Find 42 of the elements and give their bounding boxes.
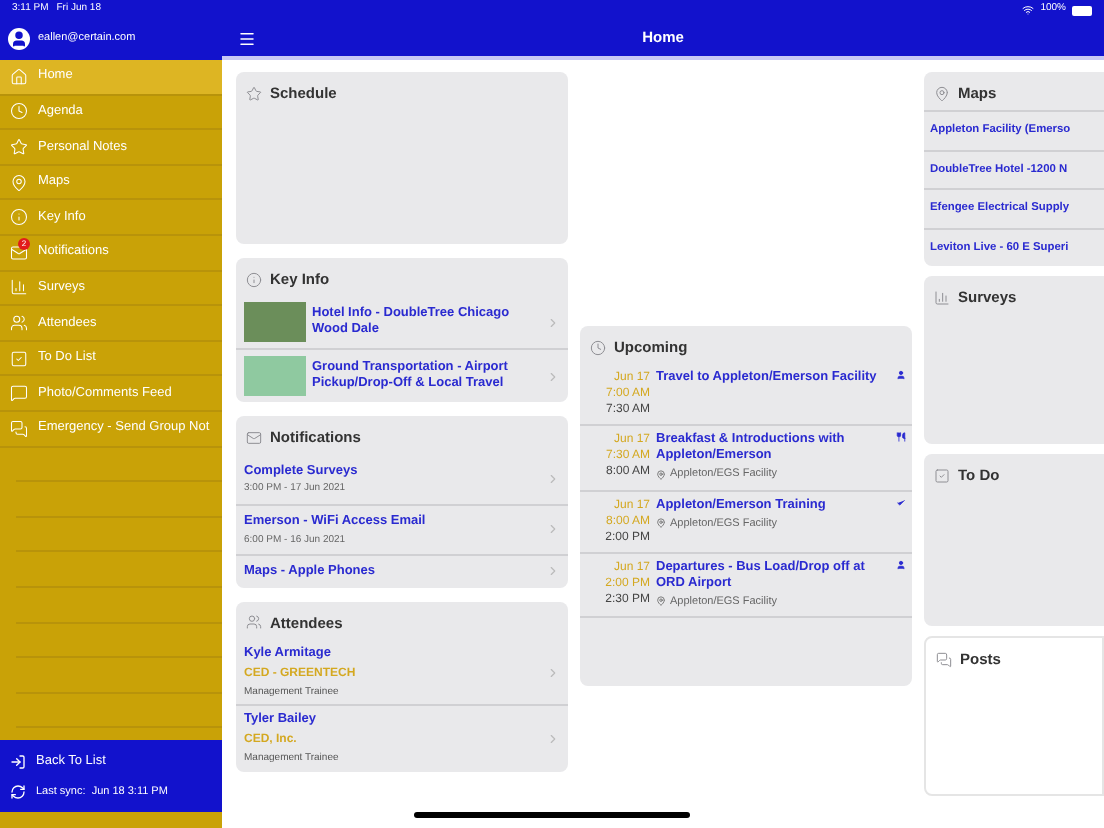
sync-icon [10, 783, 26, 800]
checkbox-icon [934, 468, 950, 485]
exit-icon [10, 753, 26, 770]
chevron-icon [546, 564, 560, 579]
home-icon [10, 67, 28, 86]
photo-placeholder [244, 356, 306, 397]
chevron-icon [546, 522, 560, 537]
envelope-icon [246, 429, 262, 446]
person-icon [896, 559, 906, 569]
envelope-icon [10, 243, 28, 262]
checkbox-icon [10, 349, 28, 368]
check-icon [896, 497, 906, 507]
person-icon [896, 370, 906, 381]
chevron-icon [546, 731, 560, 746]
info-icon [246, 271, 262, 288]
battery-icon [1072, 5, 1092, 15]
clock-icon [590, 339, 606, 356]
users-icon [10, 313, 28, 332]
star-icon [10, 137, 28, 156]
map-pin-icon [10, 173, 28, 192]
avatar-icon [8, 27, 30, 49]
star-icon [246, 85, 262, 102]
chat-icon [10, 384, 28, 403]
fork-knife-icon [896, 432, 906, 443]
photo-placeholder [244, 302, 306, 343]
map-pin-icon [656, 469, 666, 480]
clock-icon [10, 102, 28, 121]
chevron-icon [546, 369, 560, 384]
bar-chart-icon [10, 278, 28, 297]
users-icon [246, 614, 262, 631]
bar-chart-icon [934, 290, 950, 307]
map-pin-icon [656, 518, 666, 529]
chat-bubbles-icon [10, 419, 28, 438]
chevron-icon [546, 315, 560, 330]
chat-bubbles-icon [936, 652, 952, 669]
menu-button[interactable] [238, 29, 256, 47]
info-icon [10, 208, 28, 227]
chevron-icon [546, 665, 560, 680]
chevron-icon [546, 472, 560, 487]
wifi-icon [1022, 4, 1035, 16]
map-pin-icon [934, 85, 950, 102]
map-pin-icon [656, 596, 666, 607]
